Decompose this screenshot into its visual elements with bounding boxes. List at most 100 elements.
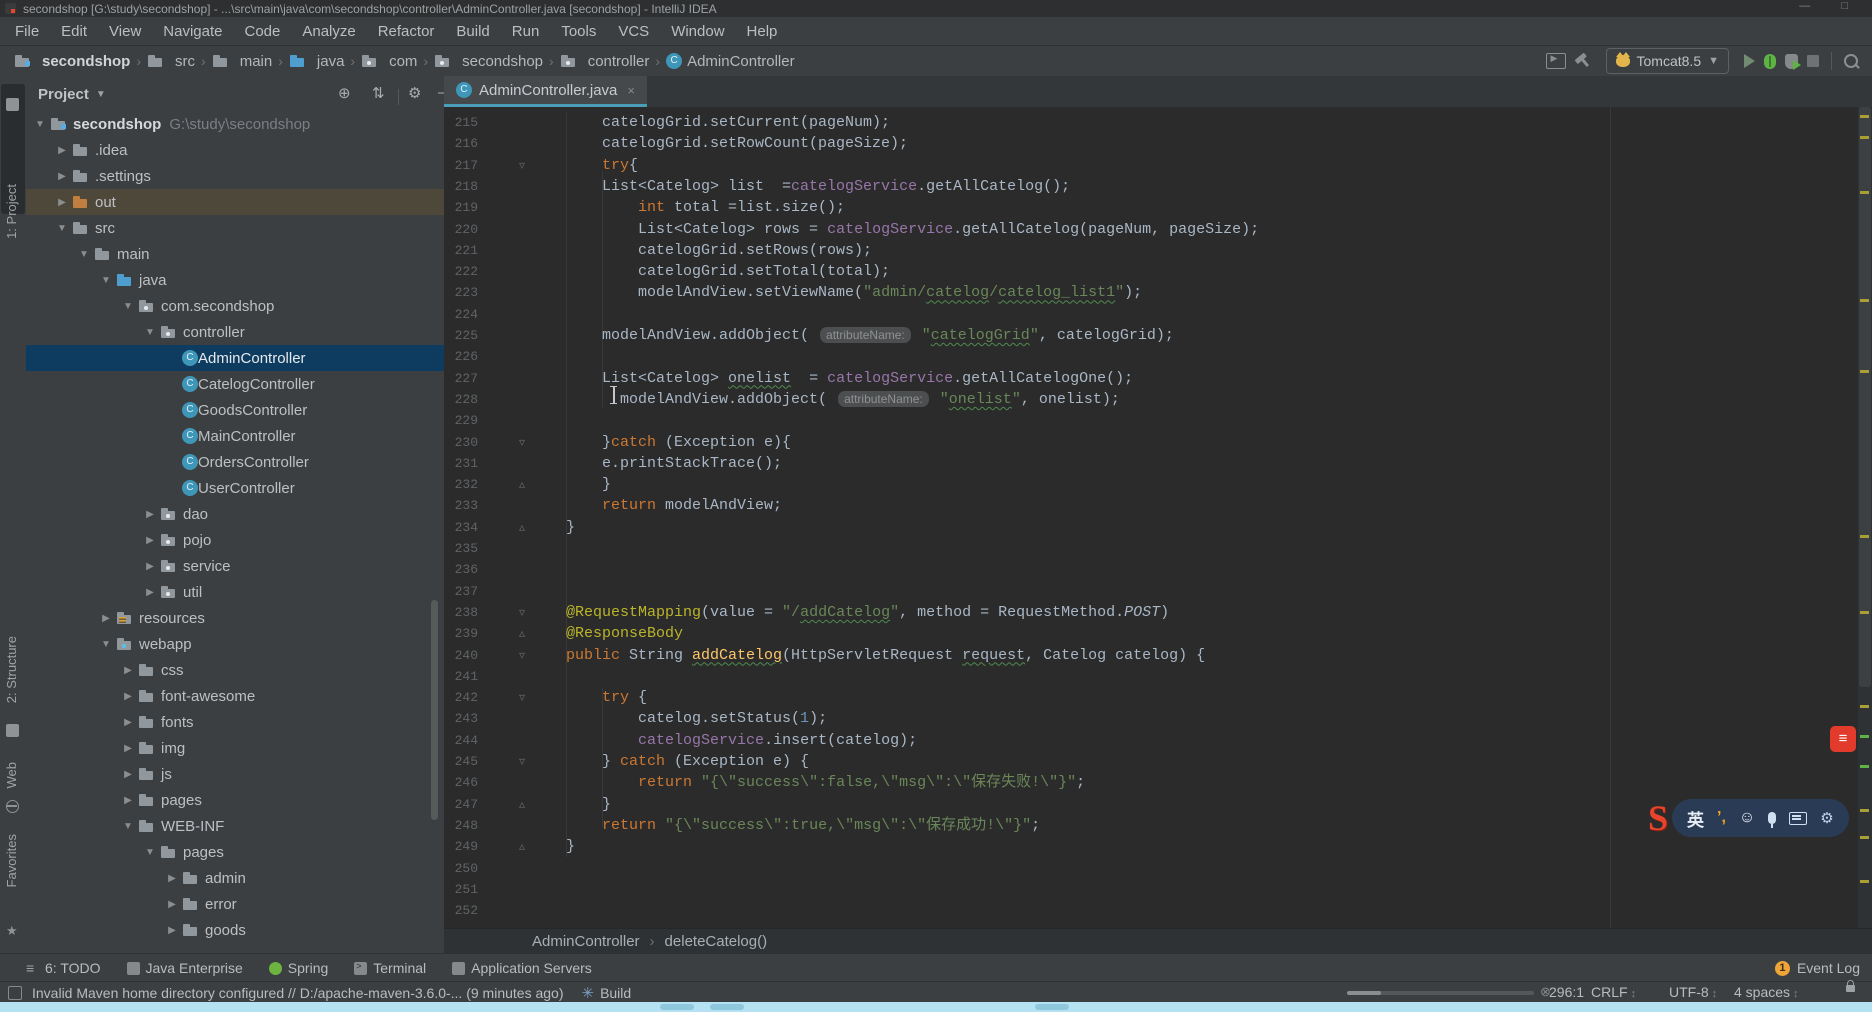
fold-marker-icon[interactable]: ▵ [514,836,530,857]
tree-toggle-icon[interactable]: ▼ [52,223,72,234]
ime-punctuation-toggle[interactable]: ’, [1717,809,1726,827]
gear-icon[interactable]: ⚙ [408,84,421,102]
menu-file[interactable]: File [4,23,50,40]
code-line[interactable]: catelogGrid.setCurrent(pageNum); [530,112,890,133]
code-line[interactable]: return modelAndView; [530,495,782,516]
project-folder-icon[interactable] [6,98,19,111]
tree-row-fonts[interactable]: ▶fonts [26,709,445,735]
tree-toggle-icon[interactable]: ▶ [140,561,160,572]
code-line[interactable]: } [530,794,611,815]
tree-toggle-icon[interactable]: ▼ [96,275,116,286]
tree-toggle-icon[interactable]: ▶ [140,587,160,598]
tree-toggle-icon[interactable]: ▼ [30,119,50,130]
tool-windows-icon[interactable] [1546,53,1566,69]
status-message[interactable]: Invalid Maven home directory configured … [32,985,563,1001]
code-line[interactable]: catelogGrid.setTotal(total); [530,261,890,282]
tree-row-webapp[interactable]: ▼webapp [26,631,445,657]
menu-edit[interactable]: Edit [50,23,98,40]
tree-row-main[interactable]: ▼main [26,241,445,267]
menu-window[interactable]: Window [660,23,735,40]
toolwindow-terminal[interactable]: Terminal [354,960,426,976]
tree-toggle-icon[interactable]: ▶ [118,743,138,754]
project-tree-scrollbar[interactable] [431,600,438,820]
indent-select[interactable]: 4 spaces↕ [1734,984,1799,1000]
code-line[interactable]: modelAndView.addObject( attributeName: "… [530,325,1174,346]
stop-button[interactable] [1807,55,1819,67]
code-line[interactable]: catelogGrid.setRowCount(pageSize); [530,133,908,154]
editor-scrollbar[interactable] [1859,107,1871,687]
code-line[interactable]: public String addCatelog(HttpServletRequ… [530,645,1205,666]
fold-marker-icon[interactable]: ▿ [514,645,530,666]
lock-icon[interactable] [1846,985,1855,992]
tree-row-controller[interactable]: ▼controller [26,319,445,345]
toolwindow-todo[interactable]: ≡6: TODO [26,960,101,976]
build-hammer-icon[interactable] [1571,50,1594,73]
menu-analyze[interactable]: Analyze [291,23,366,40]
breadcrumb-item-java[interactable]: java [289,53,345,70]
tree-row-font-awesome[interactable]: ▶font-awesome [26,683,445,709]
search-everywhere-icon[interactable] [1844,54,1858,68]
menu-refactor[interactable]: Refactor [367,23,446,40]
code-line[interactable]: } [530,474,611,495]
tree-row-pages[interactable]: ▼pages [26,839,445,865]
tree-row-orderscontroller[interactable]: OrdersController [26,449,445,475]
collapse-all-icon[interactable]: ⇅ [372,84,385,102]
tree-row-java[interactable]: ▼java [26,267,445,293]
breadcrumb-item-controller[interactable]: controller [560,53,650,70]
menu-run[interactable]: Run [501,23,551,40]
toolwindow-javaee[interactable]: Java Enterprise [127,960,243,976]
fold-marker-icon[interactable]: ▿ [514,751,530,772]
code-line[interactable]: try{ [530,155,638,176]
breadcrumb-item-secondshop[interactable]: secondshop [434,53,543,70]
code-line[interactable]: @RequestMapping(value = "/addCatelog", m… [530,602,1169,623]
tree-row-resources[interactable]: ▶resources [26,605,445,631]
tree-row-pages[interactable]: ▶pages [26,787,445,813]
tree-toggle-icon[interactable]: ▶ [118,691,138,702]
code-line[interactable]: int total =list.size(); [530,197,845,218]
fold-marker-icon[interactable]: ▿ [514,432,530,453]
tree-toggle-icon[interactable]: ▶ [162,925,182,936]
tree-toggle-icon[interactable]: ▶ [52,145,72,156]
tree-toggle-icon[interactable]: ▶ [96,613,116,624]
stripe-button-web[interactable]: Web [4,762,19,789]
tree-row-admin[interactable]: ▶admin [26,865,445,891]
emoji-icon[interactable]: ☺ [1739,809,1755,827]
ime-notification-icon[interactable]: ≡ [1830,726,1856,752]
caret-position[interactable]: 296:1 [1549,984,1584,1000]
tree-row-goodscontroller[interactable]: GoodsController [26,397,445,423]
menu-view[interactable]: View [98,23,152,40]
toolwindow-spring[interactable]: Spring [269,960,328,976]
tree-toggle-icon[interactable]: ▶ [118,795,138,806]
tree-row-.settings[interactable]: ▶.settings [26,163,445,189]
tree-row-.idea[interactable]: ▶.idea [26,137,445,163]
breadcrumb-item-main[interactable]: main [212,53,273,70]
tree-toggle-icon[interactable]: ▶ [162,899,182,910]
tree-row-img[interactable]: ▶img [26,735,445,761]
code-line[interactable]: return "{\"success\":false,\"msg\":\"保存失… [530,772,1085,793]
tree-row-admincontroller[interactable]: AdminController [26,345,445,371]
tree-toggle-icon[interactable]: ▶ [52,171,72,182]
breadcrumb-item-src[interactable]: src [147,53,195,70]
menu-vcs[interactable]: VCS [607,23,660,40]
event-log-button[interactable]: 1 Event Log [1775,960,1860,976]
tree-row-service[interactable]: ▶service [26,553,445,579]
code-line[interactable]: try { [530,687,647,708]
stripe-button-favorites[interactable]: Favorites [4,834,19,887]
stripe-button-1-project[interactable]: 1: Project [4,184,19,239]
code-line[interactable]: modelAndView.addObject( attributeName: "… [530,389,1120,410]
fold-marker-icon[interactable]: ▵ [514,517,530,538]
tree-toggle-icon[interactable]: ▶ [140,509,160,520]
tree-row-out[interactable]: ▶out [26,189,445,215]
tree-row-util[interactable]: ▶util [26,579,445,605]
tree-row-secondshop[interactable]: ▼secondshopG:\study\secondshop [26,111,445,137]
tree-row-web-inf[interactable]: ▼WEB-INF [26,813,445,839]
toggle-stripes-icon[interactable] [8,986,22,1000]
tree-toggle-icon[interactable]: ▼ [140,847,160,858]
tree-toggle-icon[interactable]: ▼ [118,821,138,832]
code-line[interactable]: modelAndView.setViewName("admin/catelog/… [530,282,1142,303]
ime-settings-icon[interactable]: ⚙ [1820,809,1833,827]
breadcrumb-item-com[interactable]: com [361,53,417,70]
fold-marker-icon[interactable]: ▿ [514,155,530,176]
tree-row-src[interactable]: ▼src [26,215,445,241]
code-line[interactable]: catelogGrid.setRows(rows); [530,240,872,261]
